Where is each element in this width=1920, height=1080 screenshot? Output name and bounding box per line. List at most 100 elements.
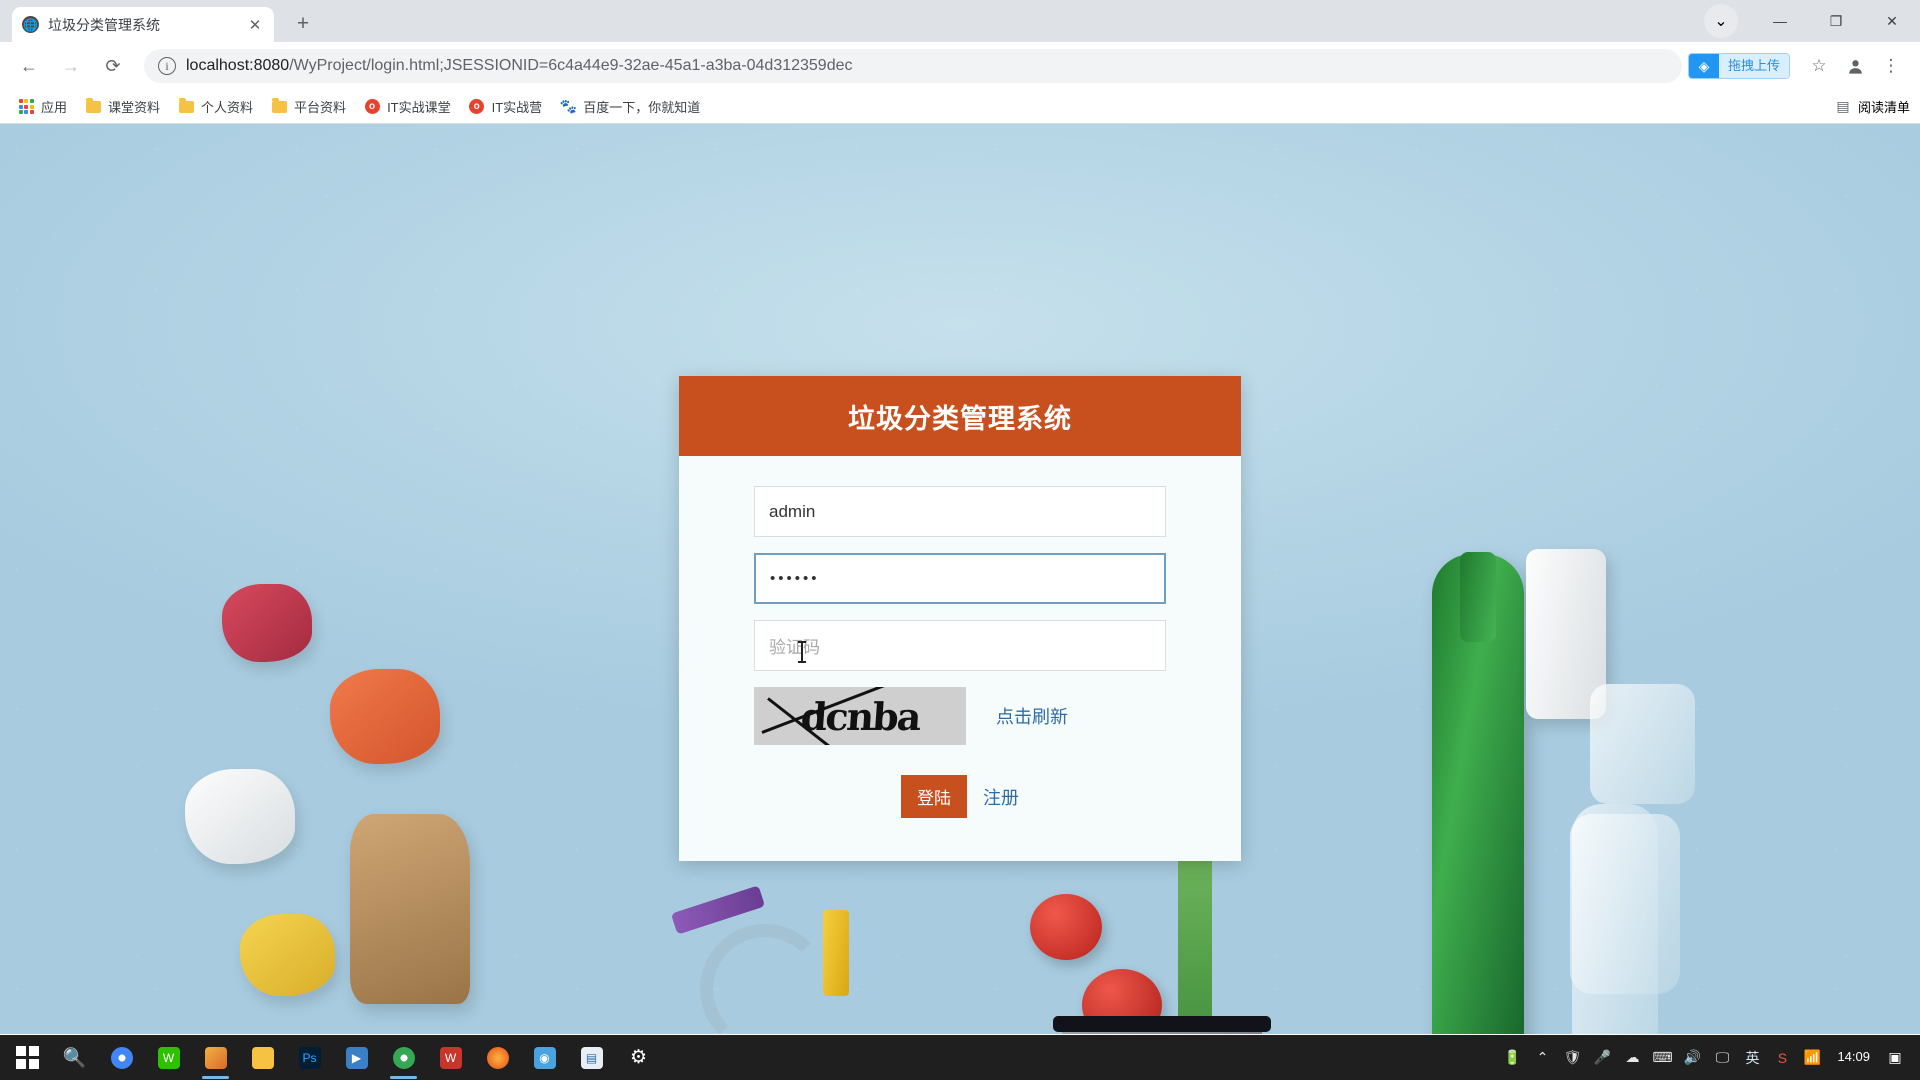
login-header: 垃圾分类管理系统 [679,376,1241,456]
menu-icon[interactable]: ⋮ [1874,49,1908,83]
ime-icon[interactable]: 英 [1737,1035,1767,1080]
username-input[interactable]: admin [754,486,1166,537]
taskbar-settings[interactable]: ⚙ [615,1035,662,1080]
close-window-button[interactable]: ✕ [1864,0,1920,42]
chevron-up-icon[interactable]: ⌃ [1527,1035,1557,1080]
keyboard-icon[interactable]: ⌨ [1647,1035,1677,1080]
chrome-icon [110,1046,133,1069]
clock-time: 14:09 [1837,1049,1870,1065]
reading-list-button[interactable]: ▤ 阅读清单 [1835,97,1910,116]
folder-icon [271,97,287,115]
windows-start-icon [15,1045,40,1070]
bookmark-apps[interactable]: 应用 [10,93,75,120]
photoshop-icon: Ps [298,1046,321,1069]
bookmark-label: IT实战营 [491,100,543,115]
paint-icon [204,1046,227,1069]
taskbar-firefox[interactable] [474,1035,521,1080]
folder-icon [178,97,194,115]
profile-avatar-icon[interactable] [1838,49,1872,83]
taskbar-clock[interactable]: 14:09 [1827,1049,1880,1065]
chart-icon: ▤ [580,1046,603,1069]
reload-icon[interactable]: ⟳ [96,49,130,83]
monitor-icon[interactable]: 🖵 [1707,1035,1737,1080]
start-button[interactable] [4,1035,51,1080]
taskbar-media[interactable]: ▶ [333,1035,380,1080]
wechat-icon: W [157,1046,180,1069]
windows-taskbar: 🔍 W Ps ▶ W ◉ ▤ ⚙ 🔋 ⌃ 🛡 🎤 ☁ ⌨ 🔊 🖵 英 S 📶 1… [0,1035,1920,1080]
bookmark-baidu[interactable]: 🐾 百度一下，你就知道 [552,93,708,120]
network-icon[interactable]: 📶 [1797,1035,1827,1080]
navicat-icon: ◉ [533,1046,556,1069]
bookmark-it-classroom[interactable]: o IT实战课堂 [356,93,459,120]
bookmark-label: 应用 [41,100,68,115]
register-link[interactable]: 注册 [983,784,1019,810]
captcha-input[interactable]: 验证码 [754,620,1166,671]
taskbar-wechat[interactable]: W [145,1035,192,1080]
refresh-captcha-link[interactable]: 点击刷新 [996,703,1068,729]
forward-icon[interactable]: → [54,49,88,83]
netdisk-upload-badge[interactable]: ◈ 拖拽上传 [1687,53,1790,79]
notification-icon[interactable]: ▣ [1880,1035,1910,1080]
address-bar[interactable]: i localhost:8080/WyProject/login.html;JS… [144,49,1682,83]
back-icon[interactable]: ← [12,49,46,83]
taskbar-chart-app[interactable]: ▤ [568,1035,615,1080]
bookmark-platform-materials[interactable]: 平台资料 [263,93,354,120]
globe-icon: 🌐 [22,16,39,33]
maximize-button[interactable]: ❐ [1808,0,1864,42]
login-card: 垃圾分类管理系统 admin •••••• 验证码 dcnba 点击刷新 登陆 … [679,376,1241,861]
taskbar-search[interactable]: 🔍 [51,1035,98,1080]
search-icon: 🔍 [62,1047,87,1069]
downloads-icon[interactable]: ⌄ [1704,4,1738,38]
netdisk-label: 拖拽上传 [1718,54,1789,78]
new-tab-button[interactable]: + [288,9,318,39]
cloud-icon[interactable]: ☁ [1617,1035,1647,1080]
taskbar-file-explorer[interactable] [239,1035,286,1080]
site-info-icon[interactable]: i [158,57,176,75]
url-text: localhost:8080/WyProject/login.html;JSES… [186,57,853,75]
taskbar-paint[interactable] [192,1035,239,1080]
form-actions: 登陆 注册 [754,775,1166,818]
captcha-image[interactable]: dcnba [754,687,966,745]
shield-icon[interactable]: 🛡 [1557,1035,1587,1080]
red-circle-icon: o [364,99,380,115]
reading-list-icon: ▤ [1836,98,1850,114]
wps-icon: W [439,1046,462,1069]
captcha-placeholder: 验证码 [769,638,820,657]
baidu-paw-icon: 🐾 [559,98,577,114]
apps-grid-icon [18,99,34,115]
minimize-button[interactable]: — [1752,0,1808,42]
bookmark-it-camp[interactable]: o IT实战营 [461,93,551,120]
mic-icon[interactable]: 🎤 [1587,1035,1617,1080]
taskbar-photoshop[interactable]: Ps [286,1035,333,1080]
decor-tomato-1 [1030,894,1102,960]
red-circle-icon: o [469,99,485,115]
decor-bin-gray [1053,1016,1271,1034]
login-form: admin •••••• 验证码 dcnba 点击刷新 登陆 注册 [679,456,1241,818]
taskbar-navicat[interactable]: ◉ [521,1035,568,1080]
bookmark-personal-materials[interactable]: 个人资料 [170,93,261,120]
decor-paper-bag [350,814,470,1004]
close-icon[interactable]: ✕ [246,16,264,34]
browser-tab[interactable]: 🌐 垃圾分类管理系统 ✕ [12,7,274,42]
volume-icon[interactable]: 🔊 [1677,1035,1707,1080]
password-input[interactable]: •••••• [754,553,1166,604]
taskbar-chrome-2[interactable] [380,1035,427,1080]
bookmark-classroom-materials[interactable]: 课堂资料 [77,93,168,120]
folder-icon [251,1046,274,1069]
tab-strip: 🌐 垃圾分类管理系统 ✕ + ⌄ — ❐ ✕ [0,0,1920,42]
url-host: localhost:8080 [186,57,290,74]
sogou-icon[interactable]: S [1767,1035,1797,1080]
battery-icon[interactable]: 🔋 [1497,1035,1527,1080]
decor-bottle-clear-tall [1572,804,1658,1034]
decor-paper-red [222,584,312,662]
page-title: 垃圾分类管理系统 [848,403,1072,434]
taskbar-chrome-1[interactable] [98,1035,145,1080]
bookmark-star-icon[interactable]: ☆ [1802,49,1836,83]
folder-icon [85,97,101,115]
taskbar-wps[interactable]: W [427,1035,474,1080]
login-button[interactable]: 登陆 [901,775,967,818]
bookmark-label: 百度一下，你就知道 [583,100,701,115]
tab-title: 垃圾分类管理系统 [48,16,160,33]
browser-window: 🌐 垃圾分类管理系统 ✕ + ⌄ — ❐ ✕ ← → ⟳ i localhost… [0,0,1920,1035]
firefox-icon [486,1046,509,1069]
